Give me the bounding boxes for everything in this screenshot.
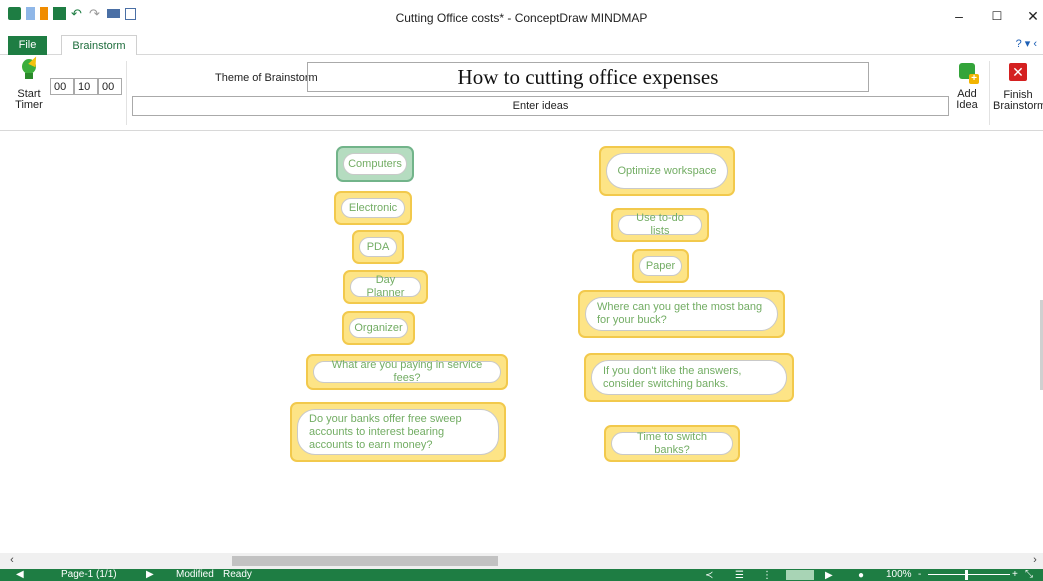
title-bar: ↶ ↷ Cutting Office costs* - ConceptDraw … bbox=[0, 0, 1043, 34]
next-page-icon[interactable]: ▶ bbox=[146, 569, 154, 581]
status-bar: ◀ Page-1 (1/1) ▶ Modified Ready ≺ ☰ ⋮ ▶ … bbox=[0, 569, 1043, 581]
timer-hours-input[interactable] bbox=[50, 78, 74, 95]
lightbulb-icon bbox=[21, 54, 40, 83]
finish-brainstorm-label: Finish Brainstorm bbox=[993, 89, 1043, 112]
presentation-icon[interactable]: ▶ bbox=[825, 570, 837, 581]
conceptdraw-window: ↶ ↷ Cutting Office costs* - ConceptDraw … bbox=[0, 0, 1043, 581]
scrollbar-thumb[interactable] bbox=[232, 556, 498, 566]
scroll-left-icon[interactable]: ‹ bbox=[4, 554, 20, 566]
zoom-out-button[interactable]: - bbox=[918, 569, 921, 581]
help-icon[interactable]: ? ▾ ‹ bbox=[1016, 37, 1037, 50]
add-idea-button[interactable]: + Add Idea bbox=[947, 61, 987, 111]
theme-input[interactable]: How to cutting office expenses bbox=[307, 62, 869, 92]
ribbon-divider bbox=[126, 61, 127, 125]
brainstorm-canvas[interactable]: Computers Electronic PDA Day Planner Org… bbox=[0, 132, 1043, 553]
idea-node[interactable]: PDA bbox=[352, 230, 404, 264]
add-idea-label: Add Idea bbox=[956, 88, 978, 111]
minimize-button[interactable]: – bbox=[944, 6, 974, 26]
zoom-in-button[interactable]: + bbox=[1012, 569, 1018, 581]
enter-ideas-input[interactable]: Enter ideas bbox=[132, 96, 949, 116]
idea-text: PDA bbox=[359, 237, 397, 257]
idea-text: Where can you get the most bang for your… bbox=[585, 297, 778, 331]
start-timer-label: Start Timer bbox=[15, 88, 43, 111]
idea-node[interactable]: If you don't like the answers, consider … bbox=[584, 353, 794, 402]
zoom-level: 100% bbox=[886, 569, 912, 580]
idea-node[interactable]: What are you paying in service fees? bbox=[306, 354, 508, 390]
idea-text: Use to-do lists bbox=[618, 212, 702, 237]
scroll-right-icon[interactable]: › bbox=[1027, 554, 1043, 566]
finish-brainstorm-button[interactable]: ✕ Finish Brainstorm bbox=[993, 61, 1043, 112]
list-view-icon[interactable]: ☰ bbox=[735, 570, 747, 581]
idea-text: Day Planner bbox=[350, 274, 421, 299]
finish-icon: ✕ bbox=[1009, 63, 1027, 81]
window-title: Cutting Office costs* - ConceptDraw MIND… bbox=[395, 11, 648, 25]
settings-icon[interactable]: ● bbox=[858, 570, 870, 581]
idea-node[interactable]: Electronic bbox=[334, 191, 412, 225]
outline-view-icon[interactable]: ≺ bbox=[705, 570, 717, 581]
fit-page-icon[interactable]: ⤡ bbox=[1025, 569, 1033, 581]
idea-node[interactable]: Computers bbox=[336, 146, 414, 182]
zoom-slider-track[interactable] bbox=[928, 574, 1010, 575]
idea-node[interactable]: Do your banks offer free sweep accounts … bbox=[290, 402, 506, 462]
idea-text: What are you paying in service fees? bbox=[313, 359, 501, 384]
idea-node[interactable]: Paper bbox=[632, 249, 689, 283]
ready-status: Ready bbox=[223, 569, 252, 580]
idea-text: Electronic bbox=[341, 198, 405, 218]
ribbon-tabs: File Brainstorm ? ▾ ‹ bbox=[0, 34, 1043, 56]
timer-seconds-input[interactable] bbox=[98, 78, 122, 95]
idea-text: Paper bbox=[639, 256, 682, 276]
brainstorm-ribbon: Start Timer Theme of Brainstorm How to c… bbox=[0, 54, 1043, 131]
idea-node[interactable]: Time to switch banks? bbox=[604, 425, 740, 462]
modified-status: Modified bbox=[176, 569, 214, 580]
idea-node[interactable]: Organizer bbox=[342, 311, 415, 345]
timer-minutes-input[interactable] bbox=[74, 78, 98, 95]
zoom-slider-knob[interactable] bbox=[965, 570, 968, 580]
idea-text: Do your banks offer free sweep accounts … bbox=[297, 409, 499, 455]
brainstorm-view-icon[interactable] bbox=[786, 570, 814, 580]
start-timer-button[interactable]: Start Timer bbox=[14, 54, 44, 111]
add-idea-icon: + bbox=[956, 61, 979, 84]
maximize-button[interactable]: ☐ bbox=[982, 6, 1012, 26]
timer-fields bbox=[50, 78, 122, 95]
close-button[interactable]: ✕ bbox=[1018, 6, 1043, 26]
idea-text: Time to switch banks? bbox=[611, 431, 733, 456]
theme-label: Theme of Brainstorm bbox=[215, 72, 318, 84]
idea-node[interactable]: Use to-do lists bbox=[611, 208, 709, 242]
idea-node[interactable]: Where can you get the most bang for your… bbox=[578, 290, 785, 338]
page-indicator: Page-1 (1/1) bbox=[61, 569, 117, 580]
previous-page-icon[interactable]: ◀ bbox=[16, 569, 24, 581]
map-view-icon[interactable]: ⋮ bbox=[762, 570, 774, 581]
idea-node[interactable]: Day Planner bbox=[343, 270, 428, 304]
idea-text: Organizer bbox=[349, 318, 408, 338]
ribbon-divider bbox=[989, 61, 990, 125]
idea-text: Computers bbox=[343, 153, 407, 175]
idea-text: If you don't like the answers, consider … bbox=[591, 360, 787, 395]
idea-node[interactable]: Optimize workspace bbox=[599, 146, 735, 196]
tab-file[interactable]: File bbox=[8, 36, 47, 55]
tab-brainstorm[interactable]: Brainstorm bbox=[61, 35, 137, 56]
horizontal-scrollbar[interactable]: ‹ › bbox=[0, 553, 1043, 569]
idea-text: Optimize workspace bbox=[606, 153, 728, 189]
